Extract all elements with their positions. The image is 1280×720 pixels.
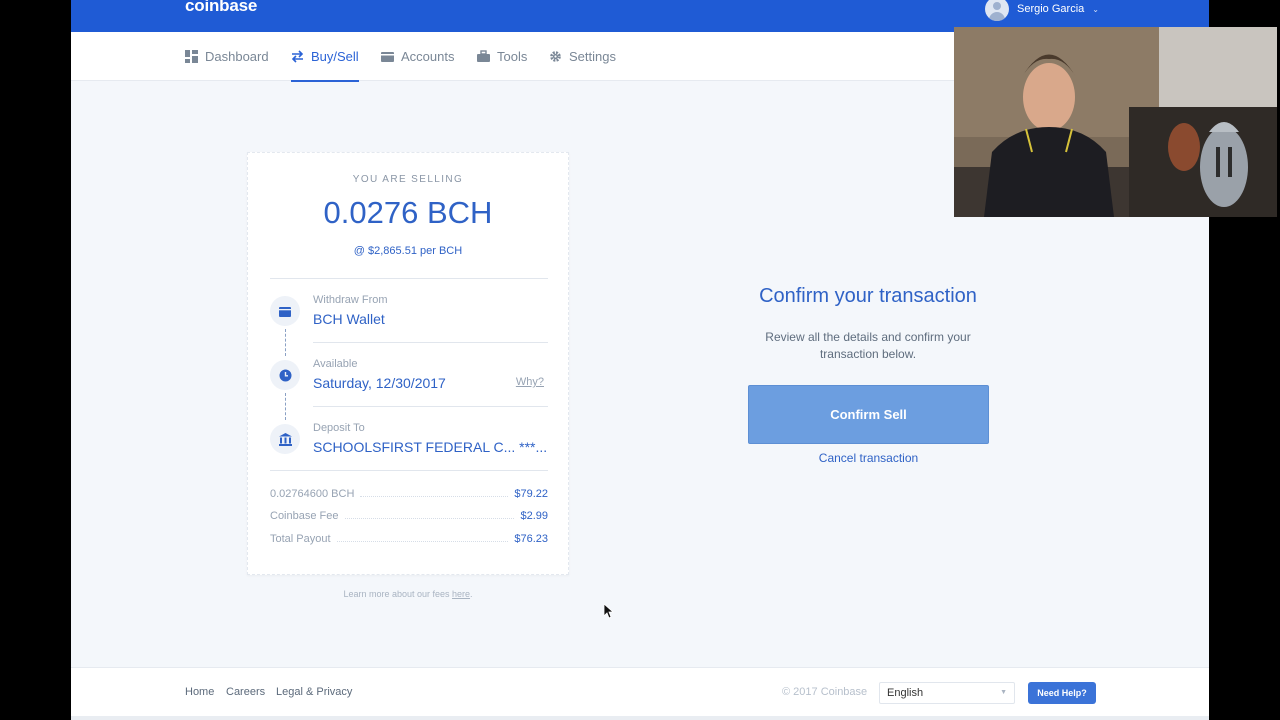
nav-accounts-label: Accounts [401, 49, 455, 64]
nav-accounts[interactable]: Accounts [381, 32, 454, 81]
chevron-down-icon: ▼ [1000, 689, 1007, 696]
deposit-to-label: Deposit To [313, 422, 365, 434]
summary-value: $2.99 [520, 510, 548, 522]
dashboard-icon [185, 50, 198, 63]
nav-tools[interactable]: Tools [477, 32, 527, 81]
gear-icon [550, 51, 561, 62]
divider [313, 406, 548, 407]
clock-icon [270, 360, 300, 390]
webcam-overlay [954, 27, 1277, 217]
wallet-icon [270, 296, 300, 326]
summary-row-amount: 0.02764600 BCH $79.22 [270, 486, 548, 502]
summary-label: Coinbase Fee [270, 510, 339, 522]
footer-link-home[interactable]: Home [185, 686, 214, 698]
footer-link-legal[interactable]: Legal & Privacy [276, 686, 352, 698]
summary-label: 0.02764600 BCH [270, 488, 355, 500]
nav-settings-label: Settings [569, 49, 616, 64]
summary-row-fee: Coinbase Fee $2.99 [270, 508, 548, 524]
coinbase-logo[interactable]: coinbase [185, 0, 257, 16]
divider [270, 470, 548, 471]
need-help-button[interactable]: Need Help? [1028, 682, 1096, 704]
withdraw-from-label: Withdraw From [313, 294, 388, 306]
language-select[interactable]: English ▼ [879, 682, 1015, 704]
footer-link-careers[interactable]: Careers [226, 686, 265, 698]
nav-tools-label: Tools [497, 49, 528, 64]
confirm-description: Review all the details and confirm your … [765, 330, 971, 361]
divider [270, 278, 548, 279]
available-date: Saturday, 12/30/2017 [313, 375, 446, 391]
nav-buy-sell[interactable]: Buy/Sell [291, 32, 359, 82]
user-menu[interactable]: Sergio Garcia ⌄ [985, 0, 1099, 21]
deposit-to-value: SCHOOLSFIRST FEDERAL C... ***... [313, 439, 548, 455]
withdraw-from-value: BCH Wallet [313, 311, 385, 327]
cancel-transaction-link[interactable]: Cancel transaction [748, 451, 989, 465]
why-link[interactable]: Why? [516, 376, 544, 388]
available-label: Available [313, 358, 358, 370]
divider [313, 342, 548, 343]
selling-eyebrow: YOU ARE SELLING [352, 174, 464, 185]
sell-amount: 0.0276 BCH [323, 195, 493, 230]
summary-row-total: Total Payout $76.23 [270, 531, 548, 547]
avatar[interactable] [985, 0, 1009, 21]
timeline-connector [285, 329, 286, 356]
user-name[interactable]: Sergio Garcia [1017, 3, 1084, 15]
confirm-title: Confirm your transaction [759, 285, 977, 307]
nav-buy-sell-label: Buy/Sell [311, 49, 359, 64]
sell-summary-card: YOU ARE SELLING 0.0276 BCH @ $2,865.51 p… [247, 152, 569, 575]
copyright: © 2017 Coinbase [782, 686, 868, 698]
nav-dashboard[interactable]: Dashboard [185, 32, 269, 81]
language-value: English [887, 687, 924, 699]
toolbox-icon [477, 50, 490, 62]
summary-value: $76.23 [514, 533, 548, 545]
wallet-icon [381, 52, 394, 62]
chevron-down-icon[interactable]: ⌄ [1092, 5, 1099, 14]
exchange-icon [291, 50, 304, 63]
fees-note: Learn more about our fees here. [343, 589, 473, 599]
fees-here-link[interactable]: here [452, 589, 470, 599]
timeline-connector [285, 393, 286, 420]
bottom-strip [71, 716, 1209, 720]
nav-dashboard-label: Dashboard [205, 49, 269, 64]
sell-rate: @ $2,865.51 per BCH [353, 245, 463, 257]
bank-icon [270, 424, 300, 454]
mouse-cursor-icon [604, 604, 614, 619]
nav-settings[interactable]: Settings [549, 32, 616, 81]
confirm-sell-button[interactable]: Confirm Sell [748, 385, 989, 444]
webcam-video [954, 27, 1277, 217]
summary-label: Total Payout [270, 533, 331, 545]
summary-value: $79.22 [514, 488, 548, 500]
footer: Home Careers Legal & Privacy © 2017 Coin… [71, 667, 1209, 716]
